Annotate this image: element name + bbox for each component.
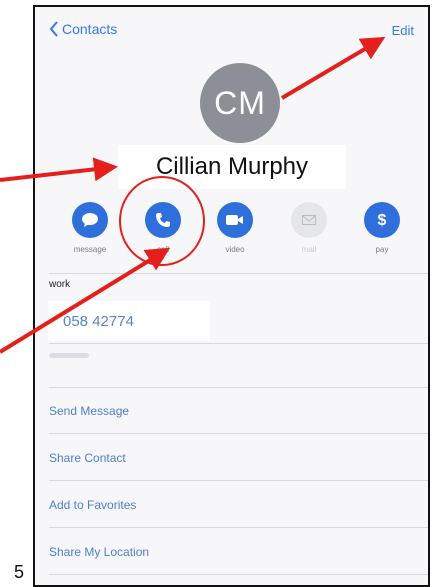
svg-text:$: $ [378,212,387,229]
phone-icon [156,213,170,227]
back-label: Contacts [62,21,118,37]
add-to-favorites-item[interactable]: Add to Favorites [35,481,428,528]
video-label: video [225,245,245,254]
call-label: call [156,245,169,254]
phone-field-label: work [49,279,71,290]
video-action[interactable]: video [205,202,265,254]
send-message-item[interactable]: Send Message [35,387,428,434]
phone-screen: Contacts Edit CM Cillian Murphy message … [33,5,430,587]
pay-action[interactable]: $ pay [352,202,412,254]
pay-label: pay [375,245,389,254]
action-row: message call video mail $ pay [35,202,428,272]
page-number: 5 [14,562,25,582]
mail-action[interactable]: mail [279,202,339,254]
message-action[interactable]: message [60,202,120,254]
phone-number[interactable]: 058 42774 [48,301,210,341]
chevron-left-icon [49,21,58,37]
share-contact-item[interactable]: Share Contact [35,434,428,481]
avatar: CM [200,63,280,143]
dollar-icon: $ [378,212,387,229]
video-camera-icon [226,215,243,225]
contact-name: Cillian Murphy [118,145,346,189]
secondary-field-placeholder [49,353,89,358]
message-bubble-icon [82,213,98,227]
edit-button[interactable]: Edit [392,23,414,38]
call-action[interactable]: call [133,202,193,254]
back-button[interactable]: Contacts [49,21,117,37]
message-label: message [73,245,107,254]
divider [49,343,428,344]
divider [49,273,428,274]
share-location-item[interactable]: Share My Location [35,528,428,575]
mail-label: mail [301,245,317,254]
contact-options-list: Send Message Share Contact Add to Favori… [35,387,428,575]
mail-icon [302,215,316,225]
